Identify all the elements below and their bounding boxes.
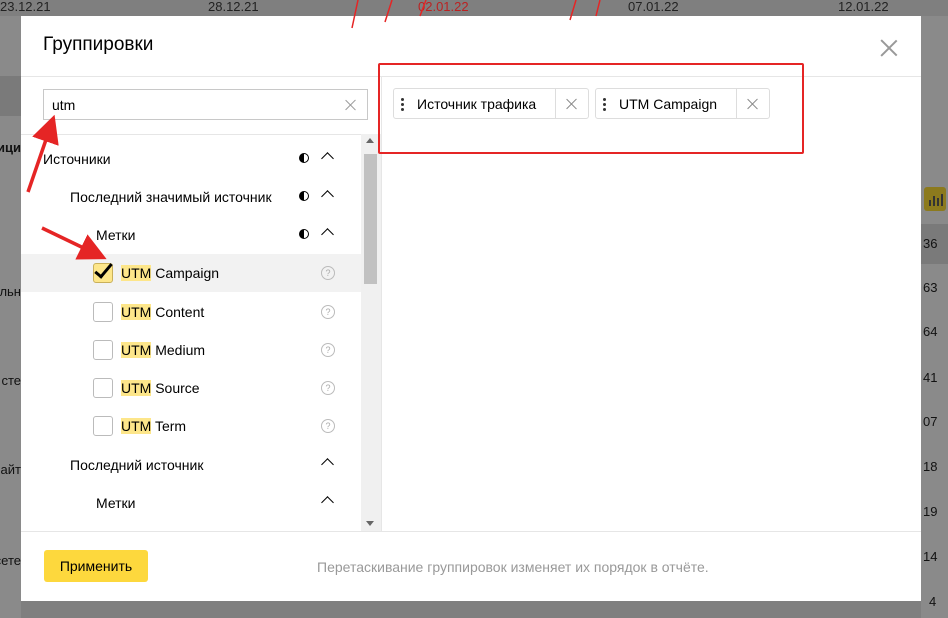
- search-field[interactable]: [43, 89, 368, 120]
- search-highlight: UTM: [121, 304, 152, 320]
- timeline-date: 02.01.22: [418, 0, 469, 14]
- chip-label: Источник трафика: [417, 96, 537, 112]
- groupings-tree: Источники Последний значимый источник Ме…: [21, 134, 361, 532]
- search-highlight: UTM: [121, 342, 152, 358]
- help-icon[interactable]: ?: [321, 343, 335, 357]
- search-highlight: UTM: [121, 418, 152, 434]
- search-input[interactable]: [52, 96, 332, 114]
- timeline-date: 12.01.22: [838, 0, 889, 14]
- chevron-up-icon[interactable]: [321, 458, 334, 471]
- dialog-title: Группировки: [43, 34, 154, 55]
- tree-item-utm-term[interactable]: UTM Term ?: [21, 407, 361, 445]
- scroll-down-icon[interactable]: [366, 521, 374, 526]
- tree-item-last-significant-source[interactable]: Последний значимый источник: [21, 178, 361, 216]
- label-rest: Source: [151, 380, 200, 396]
- checkbox[interactable]: [93, 378, 113, 398]
- selected-groupings-panel: Источник трафика UTM Campaign: [381, 76, 921, 531]
- search-highlight: UTM: [121, 265, 152, 281]
- grouping-chip-utm-campaign[interactable]: UTM Campaign: [595, 88, 770, 119]
- dialog-footer: Применить Перетаскивание группировок изм…: [21, 531, 921, 601]
- footer-hint: Перетаскивание группировок изменяет их п…: [317, 559, 709, 575]
- background-value: 19: [923, 504, 938, 519]
- scroll-up-icon[interactable]: [366, 138, 374, 143]
- grouping-chip-traffic-source[interactable]: Источник трафика: [393, 88, 589, 119]
- drag-handle-icon[interactable]: [401, 98, 404, 111]
- chip-label: UTM Campaign: [619, 96, 718, 112]
- background-row: [0, 76, 21, 116]
- checkbox[interactable]: [93, 340, 113, 360]
- search-highlight: UTM: [121, 380, 152, 396]
- background-text: сте: [1, 373, 21, 388]
- help-icon[interactable]: ?: [321, 419, 335, 433]
- background-value: 64: [923, 324, 938, 339]
- drag-handle-icon[interactable]: [603, 98, 606, 111]
- chevron-up-icon[interactable]: [321, 152, 334, 165]
- label-rest: Term: [151, 418, 187, 434]
- checkbox-checked[interactable]: [93, 263, 113, 283]
- tree-item-tags[interactable]: Метки: [21, 484, 361, 522]
- background-value: 14: [923, 549, 938, 564]
- help-icon[interactable]: ?: [321, 266, 335, 280]
- scroll-thumb[interactable]: [364, 154, 377, 284]
- tree-item-label: Метки: [96, 227, 136, 243]
- timeline-date: 07.01.22: [628, 0, 679, 14]
- remove-icon[interactable]: [555, 89, 588, 118]
- background-table-right: 36 63 64 41 07 18 19 14 4: [921, 16, 948, 618]
- background-value: 07: [923, 414, 938, 429]
- tree-item-utm-content[interactable]: UTM Content ?: [21, 293, 361, 331]
- timeline-date: 28.12.21: [208, 0, 259, 14]
- tree-item-label: UTM Medium: [121, 342, 205, 358]
- label-rest: Medium: [151, 342, 206, 358]
- tree-item-tags[interactable]: Метки: [21, 216, 361, 254]
- tree-item-label: Последний источник: [70, 457, 204, 473]
- background-value: 36: [923, 236, 938, 251]
- background-value: 4: [929, 594, 937, 609]
- label-rest: Campaign: [151, 265, 220, 281]
- background-text: сете: [0, 553, 21, 568]
- chevron-up-icon[interactable]: [321, 190, 334, 203]
- tree-item-utm-source[interactable]: UTM Source ?: [21, 369, 361, 407]
- tree-scrollbar[interactable]: [361, 134, 381, 532]
- checkbox[interactable]: [93, 302, 113, 322]
- close-icon[interactable]: [878, 37, 900, 59]
- tree-item-sources[interactable]: Источники: [21, 140, 361, 178]
- groupings-picker: Источники Последний значимый источник Ме…: [21, 76, 381, 532]
- contrast-icon[interactable]: [299, 191, 309, 201]
- remove-icon[interactable]: [736, 89, 769, 118]
- groupings-dialog: Группировки Источники Последний значимый…: [21, 16, 921, 601]
- background-text: льн: [0, 284, 21, 299]
- tree-item-label: UTM Term: [121, 418, 186, 434]
- background-value: 41: [923, 370, 938, 385]
- label-rest: Content: [151, 304, 205, 320]
- chevron-up-icon[interactable]: [321, 496, 334, 509]
- tree-item-label: UTM Campaign: [121, 265, 219, 281]
- tree-item-last-source[interactable]: Последний источник: [21, 446, 361, 484]
- tree-item-label: UTM Source: [121, 380, 200, 396]
- help-icon[interactable]: ?: [321, 381, 335, 395]
- background-text: ици: [0, 140, 21, 155]
- chevron-up-icon[interactable]: [321, 228, 334, 241]
- background-value: 18: [923, 459, 938, 474]
- chart-icon: [924, 187, 946, 211]
- background-table-left: ици льн сте айт сете: [0, 16, 21, 618]
- background-text: айт: [0, 462, 21, 477]
- tree-item-label: Источники: [43, 151, 111, 167]
- contrast-icon[interactable]: [299, 229, 309, 239]
- contrast-icon[interactable]: [299, 153, 309, 163]
- help-icon[interactable]: ?: [321, 305, 335, 319]
- background-value: 63: [923, 280, 938, 295]
- apply-button[interactable]: Применить: [44, 550, 148, 582]
- tree-item-utm-medium[interactable]: UTM Medium ?: [21, 331, 361, 369]
- timeline-date: 23.12.21: [0, 0, 51, 14]
- background-timeline: 23.12.21 28.12.21 02.01.22 07.01.22 12.0…: [0, 0, 948, 16]
- tree-item-label: Метки: [96, 495, 136, 511]
- clear-search-icon[interactable]: [345, 99, 357, 111]
- checkbox[interactable]: [93, 416, 113, 436]
- tree-item-label: Последний значимый источник: [70, 189, 272, 205]
- tree-item-label: UTM Content: [121, 304, 204, 320]
- tree-item-utm-campaign[interactable]: UTM Campaign ?: [21, 254, 361, 292]
